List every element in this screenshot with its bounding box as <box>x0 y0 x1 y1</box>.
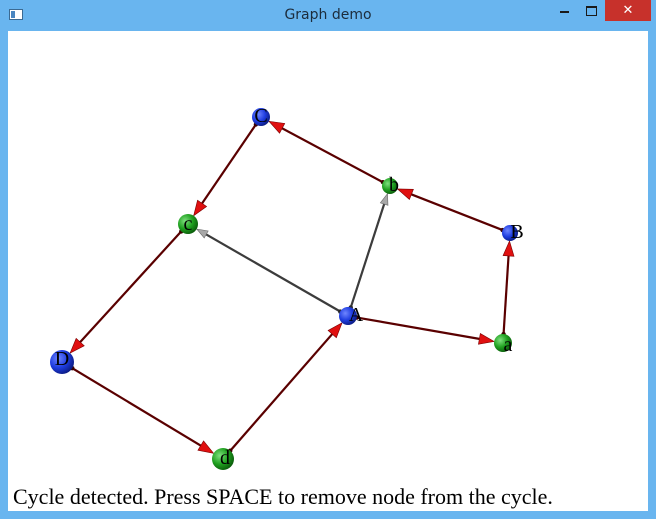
edge-arrowhead-icon <box>396 188 414 201</box>
edge-line <box>229 329 337 452</box>
edge-B-b <box>396 188 505 233</box>
maximize-icon <box>585 5 597 16</box>
edge-arrowhead-icon <box>193 199 208 217</box>
close-icon: ✕ <box>622 3 634 18</box>
graph-demo-window: Graph demo ✕ CbBcAaDd Cycle detected. Pr… <box>0 0 656 519</box>
edge-line <box>204 233 341 313</box>
edge-a-B <box>501 240 515 337</box>
node-label: D <box>55 348 69 370</box>
graph-canvas[interactable]: Cb Bc Aa Dd Cycle detected. Press SPACE to … <box>8 31 648 511</box>
graph-node-a[interactable]: a <box>494 334 513 356</box>
nodes-layer: Cb Bc Aa Dd <box>50 105 524 470</box>
edge-arrowhead-icon <box>197 440 215 454</box>
node-label: A <box>349 304 364 326</box>
node-label: d <box>220 447 230 469</box>
edge-D-d <box>70 365 215 454</box>
node-label: b <box>389 174 399 196</box>
edge-arrowhead-icon <box>502 240 515 257</box>
edge-line <box>198 123 257 209</box>
graph-node-B[interactable]: B <box>502 221 524 243</box>
edge-c-D <box>69 229 184 354</box>
edge-line <box>277 124 384 184</box>
node-label: c <box>184 213 193 235</box>
edge-A-c <box>195 228 343 314</box>
edge-line <box>356 316 485 341</box>
maximize-button[interactable] <box>578 0 604 21</box>
edge-A-a <box>354 315 495 345</box>
edge-b-C <box>268 120 386 185</box>
graph-node-b[interactable]: b <box>382 174 399 196</box>
close-button[interactable]: ✕ <box>605 0 651 21</box>
edge-line <box>71 367 206 450</box>
edge-arrowhead-icon <box>379 192 389 206</box>
edge-C-c <box>193 122 259 217</box>
graph-view[interactable]: Cb Bc Aa Dd <box>8 31 648 511</box>
edges-layer <box>69 120 515 454</box>
graph-node-C[interactable]: C <box>252 105 270 127</box>
edge-arrowhead-icon <box>268 120 286 134</box>
edge-line <box>406 191 503 232</box>
edge-arrowhead-icon <box>195 228 209 239</box>
edge-line <box>76 230 183 347</box>
graph-node-A[interactable]: A <box>339 304 364 326</box>
node-label: a <box>504 334 513 356</box>
minimize-button[interactable] <box>551 0 577 21</box>
edge-line <box>349 202 386 308</box>
edge-d-A <box>228 322 343 453</box>
edge-line <box>502 250 510 335</box>
title-bar[interactable]: Graph demo ✕ <box>0 0 656 31</box>
edge-arrowhead-icon <box>478 332 495 345</box>
node-label: C <box>254 105 267 127</box>
status-message: Cycle detected. Press SPACE to remove no… <box>13 484 553 509</box>
node-label: B <box>510 221 523 243</box>
minimize-icon <box>559 10 569 13</box>
edge-A-b <box>348 192 389 310</box>
